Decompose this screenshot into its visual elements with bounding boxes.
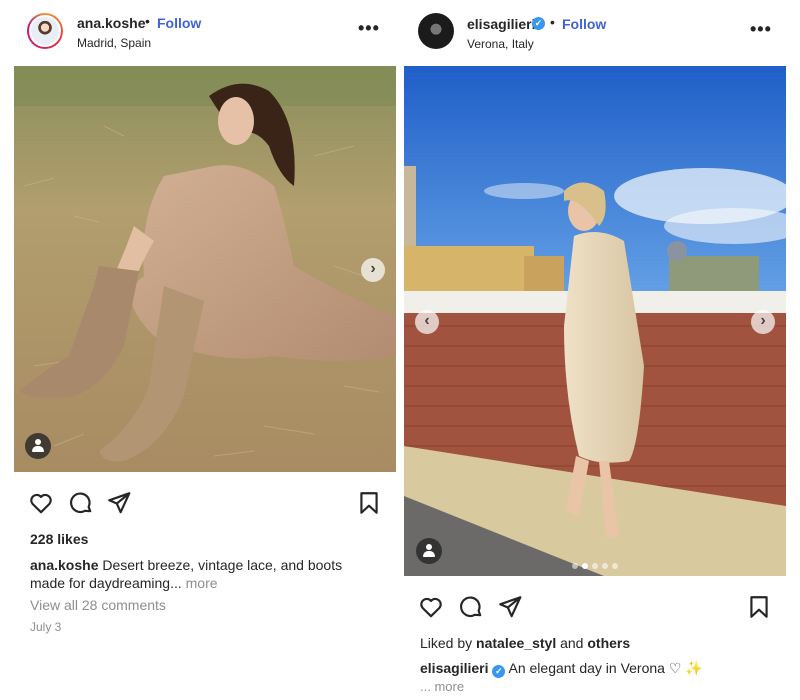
user-tag-icon[interactable] — [25, 433, 51, 459]
liked-by-mid: and — [556, 635, 588, 651]
carousel-dot — [572, 563, 578, 569]
username-link[interactable]: elisagilieri — [467, 16, 535, 32]
liked-by-others[interactable]: others — [587, 635, 630, 651]
carousel-dot — [592, 563, 598, 569]
comment-icon[interactable] — [458, 594, 484, 620]
caption-username[interactable]: elisagilieri — [420, 660, 488, 676]
more-options-button[interactable]: ••• — [750, 19, 772, 40]
share-icon[interactable] — [106, 490, 132, 516]
verified-badge-icon: ✓ — [532, 17, 545, 30]
carousel-indicator — [404, 556, 786, 574]
heart-icon[interactable] — [418, 594, 444, 620]
separator-dot: • — [550, 14, 555, 30]
post-header: elisagilieri ✓ • Follow Verona, Italy ••… — [404, 0, 786, 66]
caption-text: An elegant day in Verona ♡ ✨ — [508, 660, 703, 676]
post-date: July 3 — [30, 620, 62, 634]
liked-by-prefix: Liked by — [420, 635, 477, 651]
post-photo[interactable]: ‹ › — [404, 66, 786, 576]
more-options-button[interactable]: ••• — [358, 18, 380, 39]
post-header: ana.koshe • Follow Madrid, Spain ••• — [14, 0, 396, 66]
caption: elisagilieri ✓ An elegant day in Verona … — [420, 659, 770, 678]
liked-by-line: Liked by natalee_styl and others — [420, 634, 770, 652]
caption-username[interactable]: ana.koshe — [30, 557, 98, 573]
bookmark-icon[interactable] — [746, 594, 772, 620]
username-link[interactable]: ana.koshe — [77, 15, 145, 31]
liked-by-user[interactable]: natalee_styl — [476, 635, 556, 651]
action-bar — [404, 592, 786, 622]
carousel-next-button[interactable]: › — [361, 258, 385, 282]
carousel-next-button[interactable]: › — [751, 310, 775, 334]
caption-more-link[interactable]: more — [186, 575, 218, 591]
avatar-image — [29, 15, 61, 47]
carousel-dot — [602, 563, 608, 569]
photo-image — [14, 66, 396, 472]
follow-button[interactable]: Follow — [562, 16, 606, 32]
likes-count[interactable]: 228 likes — [30, 531, 88, 547]
follow-button[interactable]: Follow — [157, 15, 201, 31]
share-icon[interactable] — [497, 594, 523, 620]
location-link[interactable]: Verona, Italy — [467, 37, 534, 51]
heart-icon[interactable] — [28, 490, 54, 516]
carousel-prev-button[interactable]: ‹ — [415, 310, 439, 334]
avatar[interactable] — [418, 13, 454, 49]
location-link[interactable]: Madrid, Spain — [77, 36, 151, 50]
post-photo[interactable]: › — [14, 66, 396, 472]
caption: ana.koshe Desert breeze, vintage lace, a… — [30, 556, 380, 592]
separator-dot: • — [145, 13, 150, 29]
view-comments-link[interactable]: View all 28 comments — [30, 597, 166, 613]
caption-more-link[interactable]: ... more — [420, 678, 770, 696]
comment-icon[interactable] — [68, 490, 94, 516]
action-bar — [14, 488, 396, 518]
bookmark-icon[interactable] — [356, 490, 382, 516]
carousel-dot-active — [582, 563, 588, 569]
photo-image — [404, 66, 786, 576]
verified-badge-icon: ✓ — [492, 665, 506, 678]
carousel-dot — [612, 563, 618, 569]
avatar[interactable] — [27, 13, 63, 49]
